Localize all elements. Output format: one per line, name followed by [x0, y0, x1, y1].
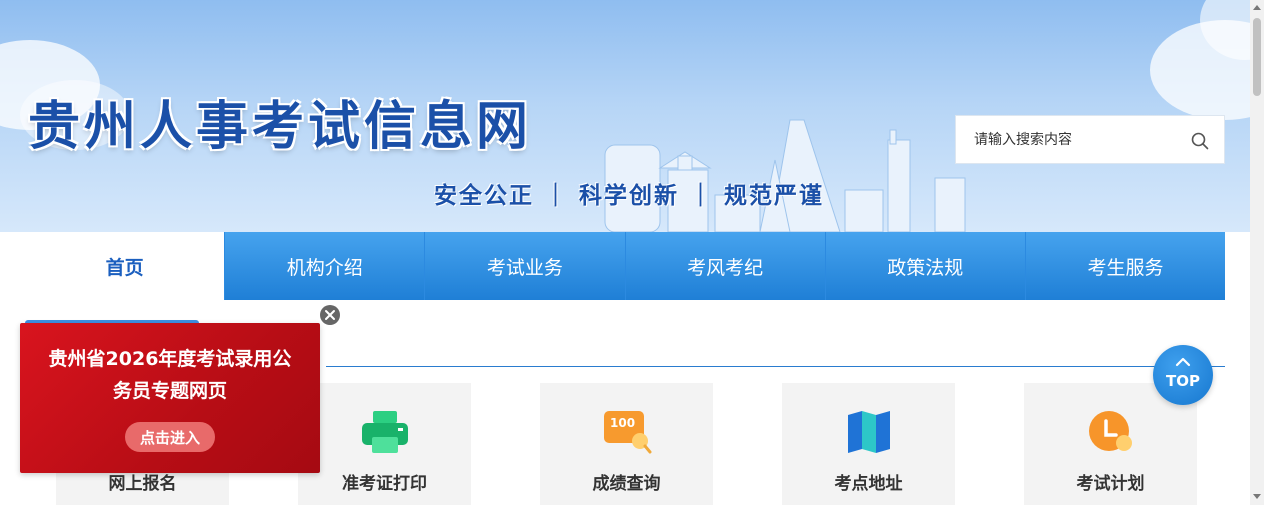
close-icon-glyph	[325, 310, 335, 320]
nav-item-exam-discipline[interactable]: 考风考纪	[624, 232, 825, 300]
back-to-top-label: TOP	[1166, 372, 1200, 390]
popup-enter-button[interactable]: 点击进入	[125, 422, 215, 452]
nav-item-home[interactable]: 首页	[25, 232, 225, 300]
service-score-query[interactable]: 100 成绩查询	[540, 383, 713, 505]
scroll-thumb[interactable]	[1253, 18, 1261, 96]
nav-item-candidate-services[interactable]: 考生服务	[1024, 232, 1226, 300]
header-banner: 贵州人事考试信息网 安全公正 ｜ 科学创新 ｜ 规范严谨	[0, 0, 1250, 232]
clock-icon	[1089, 411, 1132, 451]
nav-item-policies[interactable]: 政策法规	[824, 232, 1025, 300]
main-nav: 首页 机构介绍 考试业务 考风考纪 政策法规 考生服务	[25, 232, 1226, 300]
score-search-icon: 100	[604, 411, 652, 454]
page-scrollbar[interactable]	[1250, 0, 1264, 505]
site-title: 贵州人事考试信息网	[28, 96, 533, 157]
close-icon[interactable]	[320, 305, 340, 325]
service-label: 成绩查询	[592, 474, 661, 494]
back-to-top-button[interactable]: TOP	[1153, 345, 1213, 405]
search-box	[955, 115, 1225, 164]
service-label: 准考证打印	[342, 474, 427, 494]
service-exam-site-address[interactable]: 考点地址	[782, 383, 955, 505]
svg-text:100: 100	[610, 416, 635, 430]
printer-icon	[362, 411, 408, 453]
civil-servant-exam-popup[interactable]: 贵州省2026年度考试录用公务员专题网页 点击进入	[20, 323, 320, 473]
map-icon	[848, 411, 890, 453]
section-divider	[326, 366, 1225, 367]
scroll-down-arrow[interactable]	[1253, 494, 1261, 499]
search-icon[interactable]	[1190, 131, 1210, 151]
service-admission-ticket-print[interactable]: 准考证打印	[298, 383, 471, 505]
nav-item-about[interactable]: 机构介绍	[224, 232, 425, 300]
scroll-up-arrow[interactable]	[1253, 5, 1261, 10]
service-label: 考试计划	[1076, 474, 1145, 494]
popup-title: 贵州省2026年度考试录用公务员专题网页	[48, 348, 292, 402]
nav-item-exam-business[interactable]: 考试业务	[424, 232, 625, 300]
search-input[interactable]	[972, 130, 1186, 149]
site-slogan: 安全公正 ｜ 科学创新 ｜ 规范严谨	[434, 182, 825, 209]
city-skyline-illustration	[604, 119, 966, 232]
service-label: 考点地址	[834, 474, 903, 494]
chevron-up-icon	[1175, 357, 1191, 367]
